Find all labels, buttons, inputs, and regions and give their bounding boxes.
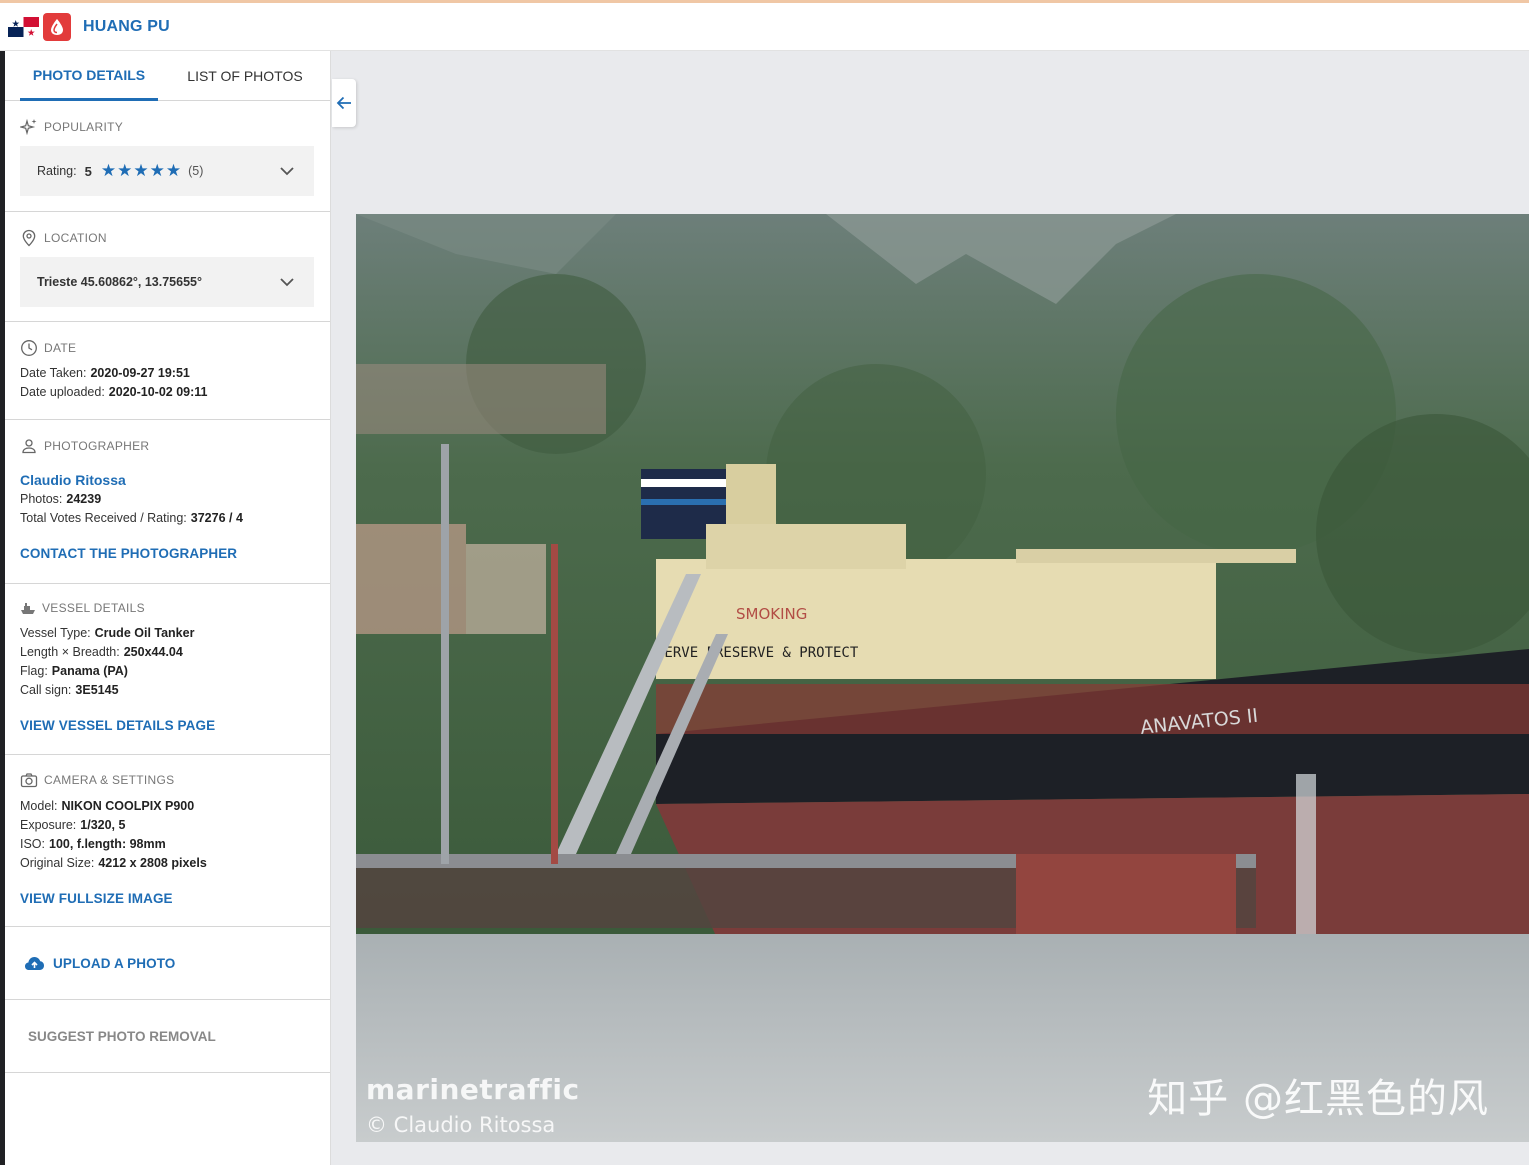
clock-icon [21, 340, 37, 356]
popularity-heading: POPULARITY [20, 101, 314, 136]
vessel-callsign-row: Call sign: 3E5145 [20, 683, 119, 697]
tab-list-of-photos[interactable]: LIST OF PHOTOS [175, 51, 315, 101]
watermark-credit: © Claudio Ritossa [366, 1113, 556, 1137]
vessel-section: VESSEL DETAILS Vessel Type: Crude Oil Tan… [5, 584, 330, 755]
vessel-size-row: Length × Breadth: 250x44.04 [20, 645, 183, 659]
rating-votes: (5) [188, 164, 204, 178]
photographer-votes-row: Total Votes Received / Rating: 37276 / 4 [20, 511, 243, 525]
rating-label: Rating: [37, 164, 77, 178]
photographer-name-link[interactable]: Claudio Ritossa [20, 471, 314, 490]
camera-iso-row: ISO: 100, f.length: 98mm [20, 837, 166, 851]
popularity-section: POPULARITY Rating: 5 ★ ★ ★ ★ ★ (5) [5, 101, 330, 212]
camera-heading: CAMERA & SETTINGS [20, 755, 314, 788]
vessel-flag-row: Flag: Panama (PA) [20, 664, 128, 678]
tanker-illustration: SMOKING SERVE PRESERVE & PROTECT ANAVATO… [356, 214, 1529, 1142]
camera-exposure-row: Exposure: 1/320, 5 [20, 818, 126, 832]
water-drop-icon [43, 12, 71, 41]
cloud-upload-icon [25, 957, 44, 970]
star-icon: ★ [165, 161, 182, 180]
location-value: Trieste 45.60862°, 13.75655° [37, 275, 202, 289]
date-taken-value: 2020-09-27 19:51 [90, 366, 190, 380]
ship-icon [21, 603, 35, 614]
photographer-photos-row: Photos: 24239 [20, 492, 102, 506]
upload-photo-label: UPLOAD A PHOTO [53, 955, 176, 971]
person-icon [22, 439, 36, 454]
contact-photographer-link[interactable]: CONTACT THE PHOTOGRAPHER [20, 546, 314, 561]
location-section: LOCATION Trieste 45.60862°, 13.75655° [5, 212, 330, 322]
camera-icon [20, 773, 38, 788]
date-uploaded-value: 2020-10-02 09:11 [108, 385, 208, 399]
sparkle-icon [20, 118, 37, 136]
photographer-section: PHOTOGRAPHER Claudio Ritossa Photos: 2423… [5, 420, 330, 584]
rating-value: 5 [84, 163, 92, 179]
vessel-heading: VESSEL DETAILS [20, 584, 314, 615]
app-header: HUANG PU [0, 3, 1529, 51]
star-icon: ★ [149, 161, 165, 180]
upload-section: UPLOAD A PHOTO [5, 927, 330, 1000]
photographer-heading: PHOTOGRAPHER [20, 420, 314, 455]
camera-section: CAMERA & SETTINGS Model: NIKON COOLPIX P9… [5, 755, 330, 927]
star-icon: ★ [100, 161, 117, 180]
vessel-photo[interactable]: SMOKING SERVE PRESERVE & PROTECT ANAVATO… [356, 214, 1529, 1142]
arrow-left-icon [336, 96, 351, 110]
panama-flag-icon [8, 14, 39, 40]
vessel-title: HUANG PU [83, 17, 170, 35]
watermark-brand: marinetraffic [366, 1073, 580, 1106]
vessel-type-row: Vessel Type: Crude Oil Tanker [20, 626, 195, 640]
tab-bar: PHOTO DETAILS LIST OF PHOTOS [5, 51, 330, 101]
date-taken-row: Date Taken: 2020-09-27 19:51 [20, 366, 190, 380]
location-heading: LOCATION [20, 212, 314, 247]
star-icon: ★ [133, 161, 149, 180]
watermark-zhihu: 知乎 @红黑色的风 [1147, 1076, 1489, 1122]
date-uploaded-row: Date uploaded: 2020-10-02 09:11 [20, 385, 208, 399]
upload-photo-button[interactable]: UPLOAD A PHOTO [24, 955, 175, 971]
view-fullsize-link[interactable]: VIEW FULLSIZE IMAGE [20, 891, 314, 906]
star-icon: ★ [117, 161, 133, 180]
chevron-down-icon [280, 166, 294, 175]
date-section: DATE Date Taken: 2020-09-27 19:51 Date up… [5, 322, 330, 420]
photo-sidebar: PHOTO DETAILS LIST OF PHOTOS POPULARITY … [5, 51, 331, 1165]
location-pin-icon [22, 229, 36, 247]
collapse-sidebar-button[interactable] [332, 79, 356, 127]
camera-model-row: Model: NIKON COOLPIX P900 [20, 799, 195, 813]
superstructure-sign: SMOKING [736, 605, 807, 623]
superstructure-sign: SERVE PRESERVE & PROTECT [656, 645, 859, 661]
removal-section: SUGGEST PHOTO REMOVAL [5, 1000, 330, 1073]
tab-photo-details[interactable]: PHOTO DETAILS [20, 51, 158, 101]
camera-size-row: Original Size: 4212 x 2808 pixels [20, 856, 207, 870]
date-heading: DATE [20, 322, 314, 357]
view-vessel-details-link[interactable]: VIEW VESSEL DETAILS PAGE [20, 718, 314, 733]
suggest-removal-button[interactable]: SUGGEST PHOTO REMOVAL [28, 1029, 216, 1044]
location-dropdown[interactable]: Trieste 45.60862°, 13.75655° [20, 257, 314, 307]
chevron-down-icon [280, 277, 294, 286]
rating-dropdown[interactable]: Rating: 5 ★ ★ ★ ★ ★ (5) [20, 146, 314, 196]
